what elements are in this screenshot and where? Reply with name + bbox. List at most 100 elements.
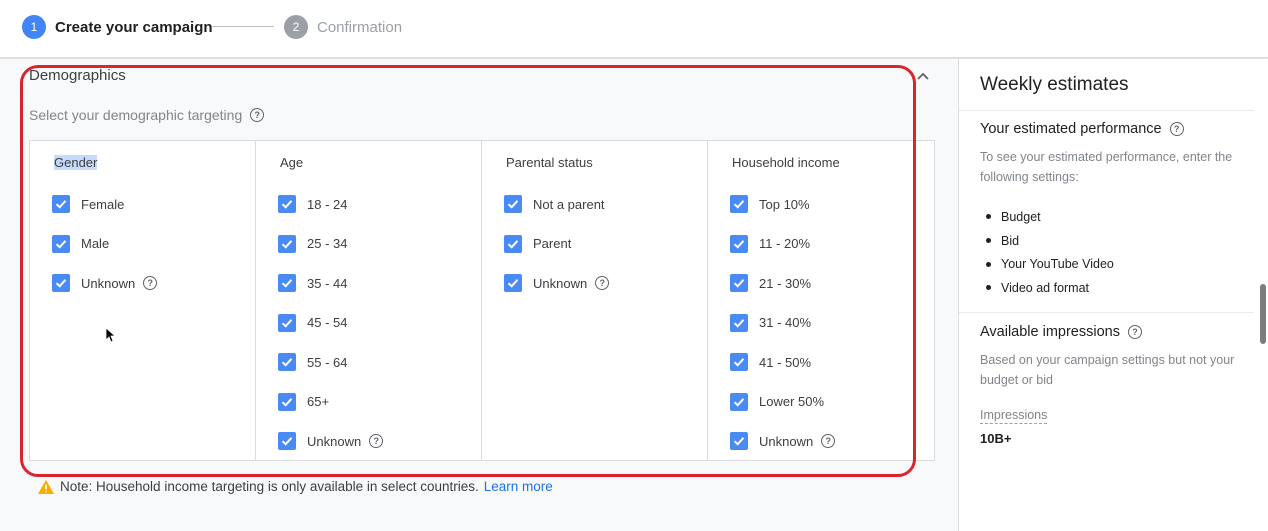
checkbox-checked[interactable] (278, 392, 296, 411)
warning-icon (38, 479, 54, 494)
option-label: 65+ (307, 394, 330, 409)
scrollbar[interactable] (1260, 284, 1266, 344)
option-label: 31 - 40% (759, 315, 812, 330)
checkbox-checked[interactable] (730, 274, 748, 292)
option-label: 45 - 54 (307, 315, 348, 330)
demographics-grid: Gender Female Male Unknown? Age 18 - 24 25 … (29, 140, 935, 461)
settings-item: Budget (980, 205, 1114, 229)
checkbox-checked[interactable] (278, 274, 296, 292)
option-checkbox-row[interactable]: 31 - 40% (730, 313, 811, 333)
impressions-title: Available impressions (980, 324, 1120, 340)
option-checkbox-row[interactable]: 21 - 30% (730, 273, 811, 293)
option-checkbox-row[interactable]: Not a parent (504, 194, 605, 214)
option-checkbox-row[interactable]: 25 - 34 (278, 234, 347, 254)
household-income-column: Household income Top 10% 11 - 20% 21 - 30%… (708, 141, 934, 460)
option-checkbox-row[interactable]: Parent (504, 234, 571, 254)
option-checkbox-row[interactable]: Lower 50% (730, 392, 824, 412)
checkbox-checked[interactable] (730, 432, 748, 450)
help-icon[interactable]: ? (1169, 122, 1184, 136)
impressions-heading: Available impressions ? (980, 324, 1142, 340)
settings-item: Bid (980, 229, 1114, 253)
option-label: Unknown (759, 433, 814, 449)
option-label: 25 - 34 (307, 236, 348, 251)
impressions-label[interactable]: Impressions (980, 408, 1048, 424)
settings-list: Budget Bid Your YouTube Video Video ad f… (980, 205, 1114, 300)
option-checkbox-row[interactable]: Unknown? (278, 431, 384, 451)
option-label: 18 - 24 (307, 196, 348, 212)
checkbox-checked[interactable] (504, 195, 522, 213)
checkbox-checked[interactable] (730, 234, 748, 253)
impressions-value: 10B+ (980, 431, 1012, 446)
option-label: 35 - 44 (307, 275, 348, 291)
chevron-up-icon[interactable] (914, 67, 932, 85)
performance-description: To see your estimated performance, enter… (980, 150, 1233, 184)
step-number: 1 (22, 15, 46, 39)
performance-title: Your estimated performance (980, 121, 1162, 137)
age-column: Age 18 - 24 25 - 34 35 - 44 45 - 54 55 - 64 6… (256, 141, 482, 460)
income-note: Note: Household income targeting is only… (38, 479, 553, 494)
column-title: Gender (54, 155, 98, 170)
checkbox-checked[interactable] (52, 274, 70, 292)
checkbox-checked[interactable] (730, 353, 748, 371)
option-checkbox-row[interactable]: Unknown? (52, 273, 158, 293)
option-checkbox-row[interactable]: 65+ (278, 392, 329, 412)
option-label: 55 - 64 (307, 354, 348, 370)
checkbox-checked[interactable] (730, 195, 748, 213)
option-label: Male (81, 236, 110, 251)
option-label: 21 - 30% (759, 275, 812, 291)
checkbox-checked[interactable] (52, 234, 70, 253)
mouse-cursor-icon (105, 327, 115, 343)
option-checkbox-row[interactable]: 35 - 44 (278, 273, 347, 293)
divider (959, 312, 1254, 313)
note-text: Note: Household income targeting is only… (60, 479, 479, 494)
option-label: Parent (533, 236, 572, 251)
option-checkbox-row[interactable]: Unknown? (504, 273, 610, 293)
help-icon[interactable]: ? (595, 276, 610, 290)
performance-heading: Your estimated performance ? (980, 121, 1184, 137)
option-checkbox-row[interactable]: 18 - 24 (278, 194, 347, 214)
help-icon[interactable]: ? (250, 108, 265, 122)
checkbox-checked[interactable] (278, 313, 296, 332)
checkbox-checked[interactable] (278, 432, 296, 450)
checkbox-checked[interactable] (730, 392, 748, 411)
step-connector (212, 26, 274, 27)
help-icon[interactable]: ? (1127, 325, 1142, 339)
checkbox-checked[interactable] (52, 195, 70, 213)
option-checkbox-row[interactable]: 45 - 54 (278, 313, 347, 333)
divider (959, 110, 1254, 111)
step-create-campaign[interactable]: 1 Create your campaign (22, 14, 213, 40)
checkbox-checked[interactable] (730, 313, 748, 332)
checkbox-checked[interactable] (504, 274, 522, 292)
main-content: Demographics Select your demographic tar… (0, 59, 958, 531)
weekly-estimates-panel: Weekly estimates Your estimated performa… (958, 59, 1268, 531)
option-checkbox-row[interactable]: Male (52, 234, 109, 254)
checkbox-checked[interactable] (278, 353, 296, 371)
column-title: Parental status (506, 155, 593, 170)
checkbox-checked[interactable] (278, 234, 296, 253)
help-icon[interactable]: ? (369, 434, 384, 448)
option-label: 11 - 20% (759, 236, 811, 251)
checkbox-checked[interactable] (504, 234, 522, 253)
help-icon[interactable]: ? (143, 276, 158, 290)
option-checkbox-row[interactable]: 11 - 20% (730, 234, 810, 254)
help-icon[interactable]: ? (821, 434, 836, 448)
option-label: Not a parent (533, 196, 605, 212)
option-checkbox-row[interactable]: Top 10% (730, 194, 810, 214)
option-label: 41 - 50% (759, 354, 812, 370)
option-checkbox-row[interactable]: Female (52, 194, 124, 214)
option-checkbox-row[interactable]: 55 - 64 (278, 352, 347, 372)
option-label: Lower 50% (759, 394, 825, 409)
learn-more-link[interactable]: Learn more (484, 479, 553, 494)
step-label: Create your campaign (55, 18, 213, 36)
option-label: Female (81, 196, 125, 212)
option-checkbox-row[interactable]: 41 - 50% (730, 352, 811, 372)
section-title: Demographics (29, 67, 126, 84)
gender-column: Gender Female Male Unknown? (30, 141, 256, 460)
option-label: Unknown (533, 275, 588, 291)
step-confirmation[interactable]: 2 Confirmation (284, 14, 402, 40)
checkbox-checked[interactable] (278, 195, 296, 213)
step-label: Confirmation (317, 18, 403, 36)
option-checkbox-row[interactable]: Unknown? (730, 431, 836, 451)
option-label: Unknown (307, 433, 362, 449)
step-number: 2 (284, 15, 308, 39)
